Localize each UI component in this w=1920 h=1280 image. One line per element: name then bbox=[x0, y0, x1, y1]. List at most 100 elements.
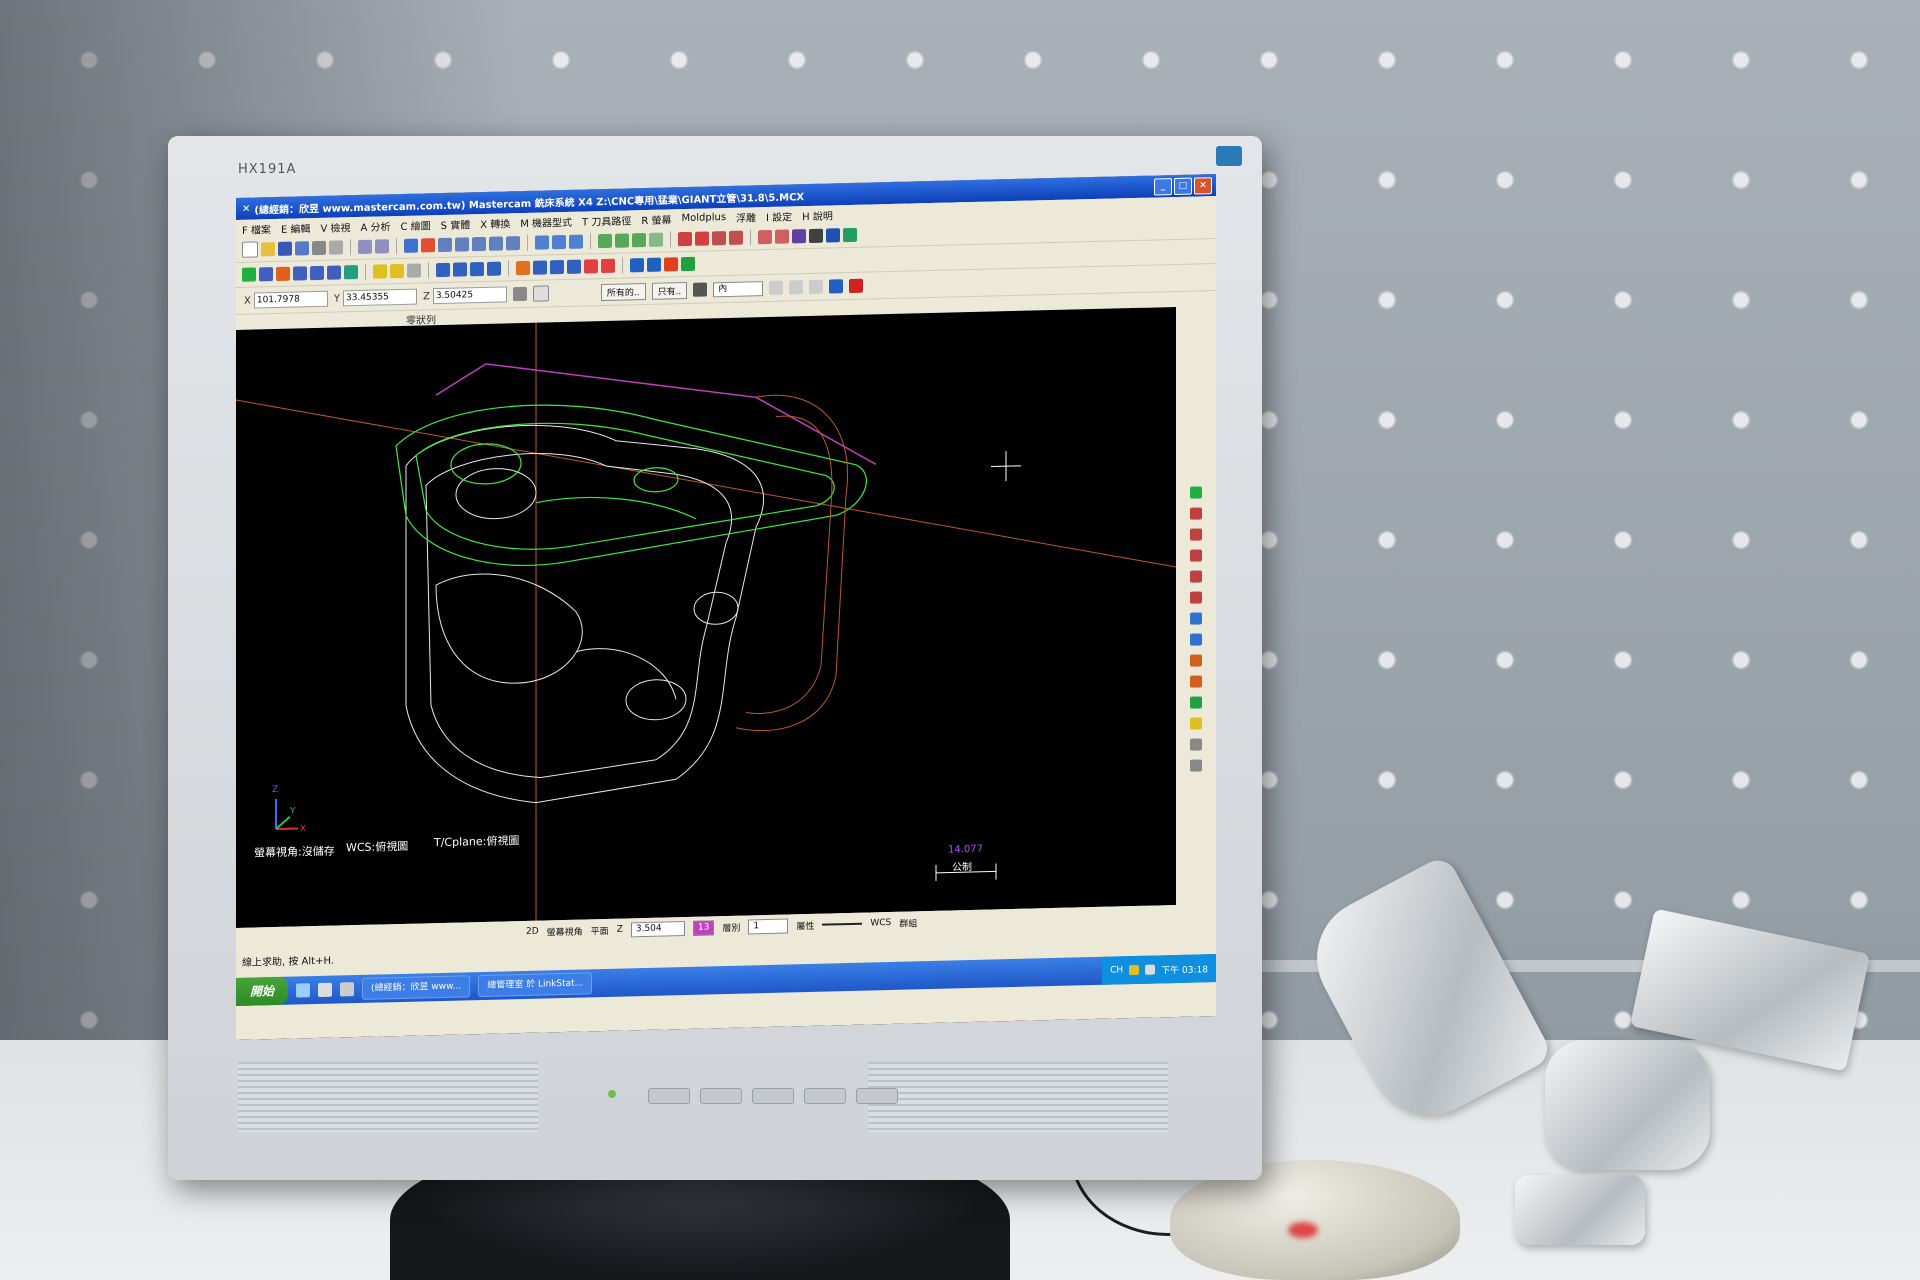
rt-rect-icon[interactable] bbox=[1190, 591, 1202, 604]
line-style-select[interactable] bbox=[822, 922, 863, 926]
hatch-icon[interactable] bbox=[664, 257, 678, 272]
break-icon[interactable] bbox=[390, 263, 404, 279]
monitor-button[interactable] bbox=[804, 1088, 846, 1104]
dimension-icon[interactable] bbox=[630, 258, 644, 273]
menu-toolpaths[interactable]: T 刀具路徑 bbox=[582, 212, 631, 228]
x-input[interactable]: 101.7978 bbox=[253, 290, 328, 309]
view-side-icon[interactable] bbox=[569, 234, 583, 249]
select-all-button[interactable]: 所有的.. bbox=[600, 282, 646, 301]
y-input[interactable]: 33.45355 bbox=[342, 288, 417, 307]
mode-2d[interactable]: 2D bbox=[526, 927, 539, 937]
zoom-out-icon[interactable] bbox=[472, 236, 486, 252]
rt-copy-icon[interactable] bbox=[1190, 675, 1202, 688]
menu-relief[interactable]: 浮雕 bbox=[736, 209, 756, 224]
zoom-window-icon[interactable] bbox=[438, 237, 452, 253]
menu-file[interactable]: F 檔案 bbox=[242, 221, 271, 237]
minimize-button[interactable]: _ bbox=[1154, 177, 1172, 196]
selection-cursor-icon[interactable] bbox=[693, 282, 708, 297]
monitor-button[interactable] bbox=[856, 1088, 898, 1104]
wireframe-icon[interactable] bbox=[615, 233, 629, 248]
task-mastercam[interactable]: (總經銷：欣昱 www... bbox=[362, 975, 471, 1000]
sim-icon[interactable] bbox=[758, 229, 772, 245]
scale-icon[interactable] bbox=[487, 261, 501, 276]
menu-view[interactable]: V 檢視 bbox=[320, 219, 350, 235]
rt-dim-icon[interactable] bbox=[1190, 738, 1202, 751]
menu-machine-type[interactable]: M 機器型式 bbox=[520, 213, 572, 229]
menu-moldplus[interactable]: Moldplus bbox=[681, 212, 726, 224]
view-front-icon[interactable] bbox=[552, 234, 566, 250]
quicklaunch-ie-icon[interactable] bbox=[296, 983, 311, 998]
close-button[interactable]: × bbox=[1194, 176, 1212, 195]
tray-network-icon[interactable] bbox=[1129, 964, 1140, 976]
print-icon[interactable] bbox=[312, 240, 326, 256]
open-file-icon[interactable] bbox=[261, 242, 275, 257]
z-input[interactable]: 3.50425 bbox=[432, 286, 507, 305]
menu-create[interactable]: C 繪圖 bbox=[401, 217, 431, 233]
hidden-line-icon[interactable] bbox=[632, 232, 646, 248]
fillet-icon[interactable] bbox=[310, 265, 324, 281]
monitor-button[interactable] bbox=[648, 1088, 690, 1104]
level-label[interactable]: 層別 bbox=[722, 920, 740, 933]
menu-edit[interactable]: E 編輯 bbox=[281, 220, 311, 236]
chain-icon[interactable] bbox=[843, 227, 857, 243]
tray-language[interactable]: CH bbox=[1110, 965, 1123, 975]
z-depth-input[interactable]: 3.504 bbox=[630, 920, 685, 937]
iso-view-icon[interactable] bbox=[649, 232, 663, 247]
polygon-select-icon[interactable] bbox=[789, 280, 804, 295]
rt-delete-icon[interactable] bbox=[1190, 759, 1202, 772]
point-icon[interactable] bbox=[242, 267, 256, 282]
verify-icon[interactable] bbox=[775, 229, 789, 244]
color-field[interactable]: 13 bbox=[692, 919, 715, 936]
chain-select-icon[interactable] bbox=[829, 279, 844, 294]
monitor-button[interactable] bbox=[752, 1088, 794, 1104]
rt-spline-icon[interactable] bbox=[1190, 570, 1202, 583]
facing-icon[interactable] bbox=[550, 259, 564, 275]
grid-icon[interactable] bbox=[678, 231, 692, 247]
measure-icon[interactable] bbox=[729, 230, 743, 245]
menu-screen[interactable]: R 螢幕 bbox=[641, 211, 671, 227]
wcs-label[interactable]: WCS bbox=[870, 918, 891, 929]
new-file-icon[interactable] bbox=[242, 241, 258, 258]
level-icon[interactable] bbox=[695, 231, 709, 246]
rt-surface-icon[interactable] bbox=[1190, 612, 1202, 625]
view-top-icon[interactable] bbox=[535, 235, 549, 250]
attribute-label[interactable]: 屬性 bbox=[796, 918, 814, 931]
pocket-icon[interactable] bbox=[533, 260, 547, 275]
task-explorer[interactable]: 總管理室 於 LinkStat... bbox=[478, 972, 593, 998]
tray-clock[interactable]: 下午 03:18 bbox=[1161, 962, 1208, 976]
monitor-button[interactable] bbox=[700, 1088, 742, 1104]
zoom-in-icon[interactable] bbox=[455, 237, 469, 252]
quicklaunch-desktop-icon[interactable] bbox=[318, 982, 333, 997]
rt-grid-icon[interactable] bbox=[1190, 696, 1202, 709]
rectangle-icon[interactable] bbox=[293, 266, 307, 281]
zoom-selected-icon[interactable] bbox=[506, 236, 520, 251]
quicklaunch-app-icon[interactable] bbox=[340, 982, 355, 997]
analyze-icon[interactable] bbox=[712, 231, 726, 246]
save-as-icon[interactable] bbox=[295, 241, 309, 256]
surface-finish-icon[interactable] bbox=[601, 258, 615, 274]
zoom-prev-icon[interactable] bbox=[489, 236, 503, 251]
vector-select-icon[interactable] bbox=[809, 279, 824, 294]
surface-icon[interactable] bbox=[344, 265, 358, 280]
print-preview-icon[interactable] bbox=[329, 240, 343, 255]
window-select-icon[interactable] bbox=[769, 280, 784, 295]
level-input[interactable]: 1 bbox=[748, 918, 789, 934]
graphics-viewport[interactable]: 14.077 公制 Z Y X 螢幕視角:沒儲存 WCS:俯視圖 T/Cplan… bbox=[236, 307, 1176, 928]
shade-icon[interactable] bbox=[598, 233, 612, 249]
screen-view-label[interactable]: 螢幕視角 bbox=[547, 924, 583, 938]
pan-icon[interactable] bbox=[404, 238, 418, 253]
rt-point-icon[interactable] bbox=[1190, 486, 1202, 499]
select-only-button[interactable]: 只有.. bbox=[651, 281, 688, 300]
note-icon[interactable] bbox=[647, 257, 661, 272]
plane-label[interactable]: 平面 bbox=[591, 923, 609, 936]
maximize-button[interactable]: □ bbox=[1174, 177, 1192, 195]
menu-solids[interactable]: S 實體 bbox=[441, 216, 471, 232]
surface-rough-icon[interactable] bbox=[584, 259, 598, 274]
start-button[interactable]: 開始 bbox=[236, 976, 289, 1006]
translate-icon[interactable] bbox=[436, 262, 450, 278]
redo-icon[interactable] bbox=[375, 239, 389, 254]
fit-icon[interactable] bbox=[421, 238, 435, 253]
drill-icon[interactable] bbox=[567, 259, 581, 274]
contour-icon[interactable] bbox=[516, 260, 530, 276]
rt-circle-icon[interactable] bbox=[1190, 549, 1202, 562]
